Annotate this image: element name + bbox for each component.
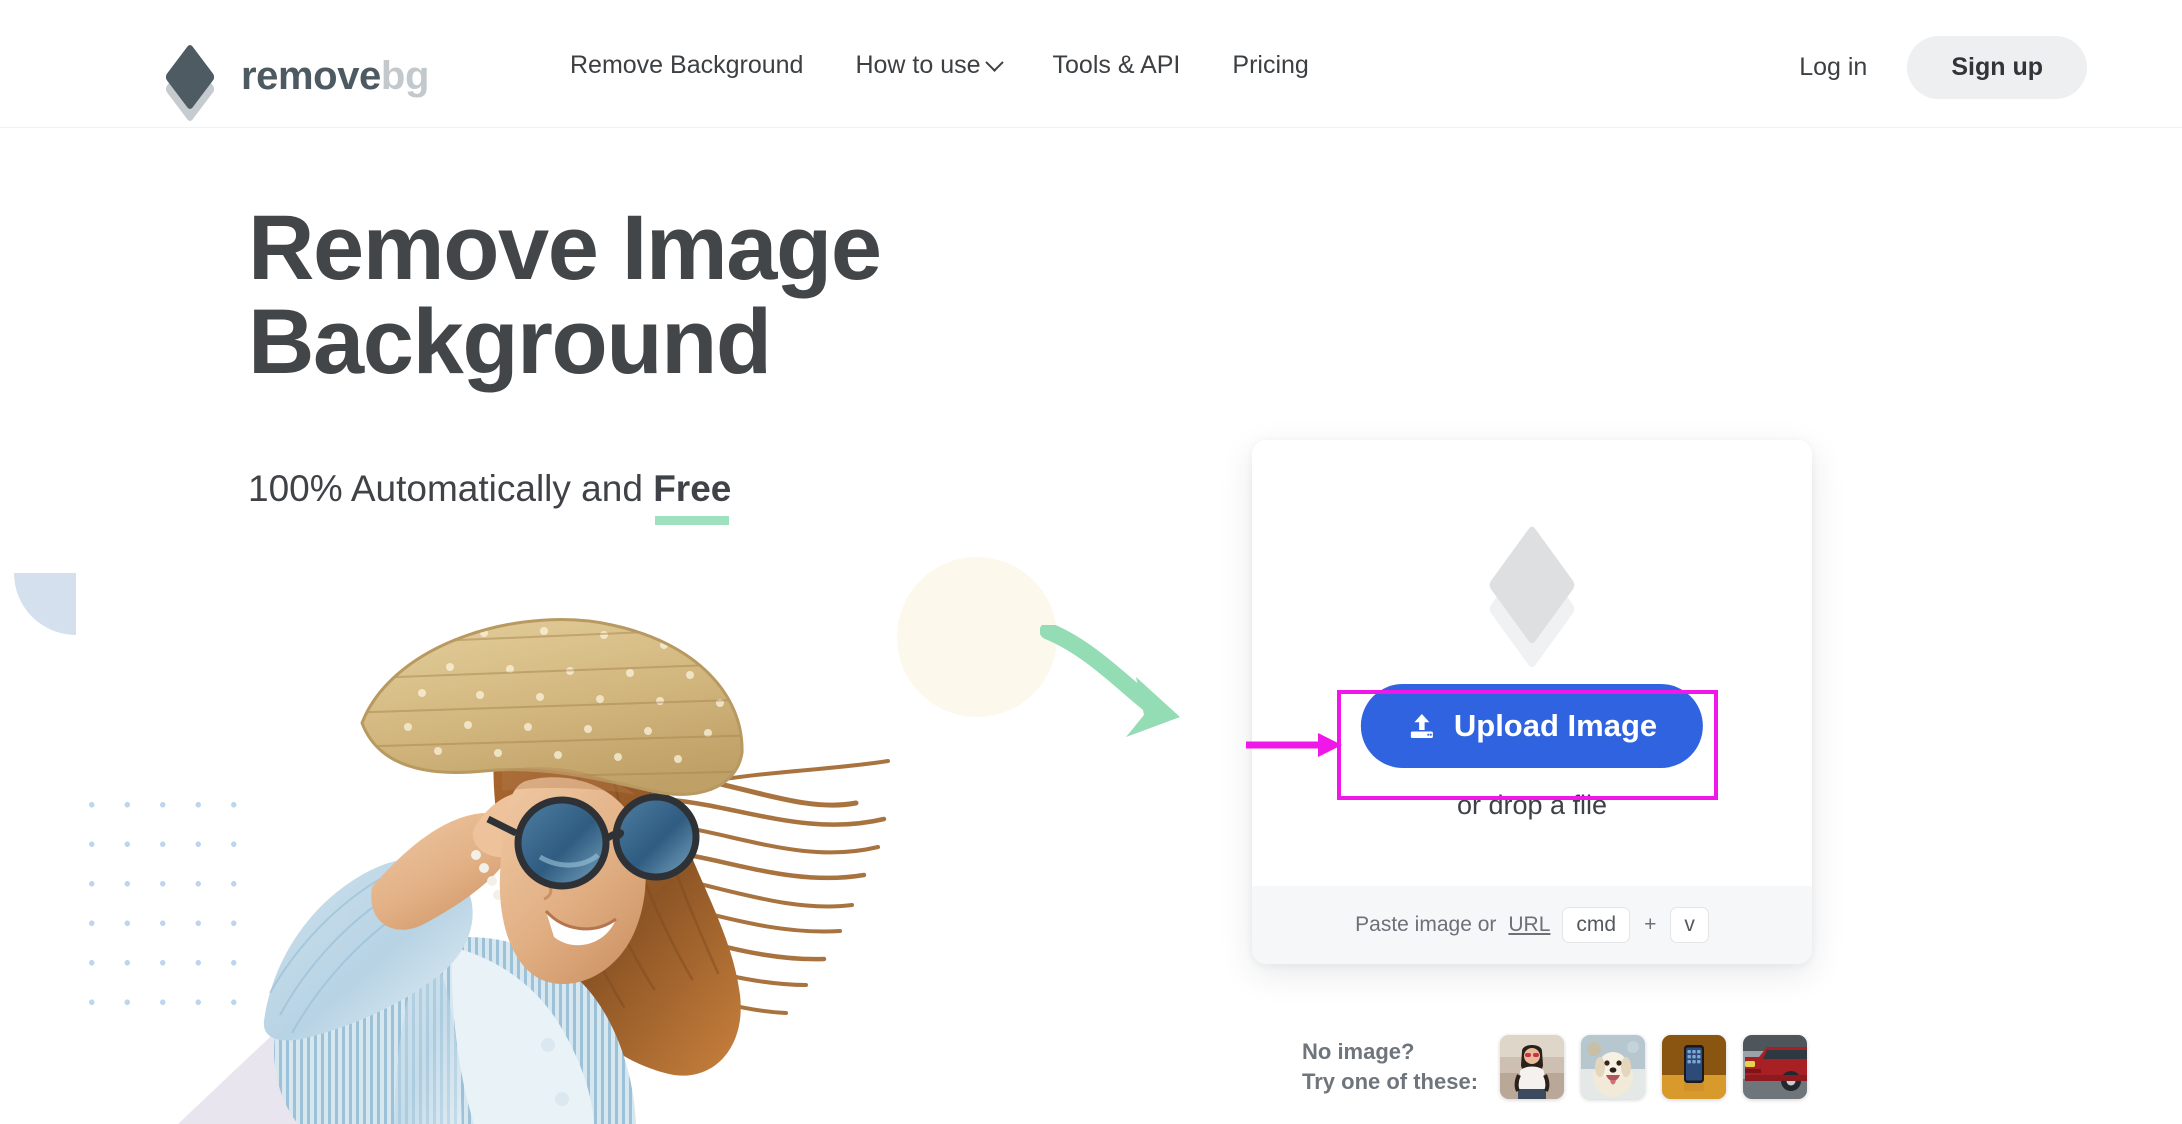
main-nav: Remove Background How to use Tools & API… [544, 50, 1335, 80]
drop-file-hint: or drop a file [1456, 790, 1608, 820]
kbd-v: v [1670, 907, 1709, 943]
nav-label: Remove Background [570, 51, 804, 79]
signup-button[interactable]: Sign up [1907, 36, 2087, 99]
sample-thumbnail-woman[interactable] [1500, 1035, 1565, 1099]
decor-quarter-circle [14, 573, 76, 635]
brand-secondary: bg [380, 54, 429, 98]
nav-label: Tools & API [1052, 51, 1181, 79]
subtitle-emphasis: Free [653, 467, 732, 526]
hero-image [244, 575, 904, 1124]
paste-hint-text: Paste image or [1355, 913, 1497, 936]
page-title: Remove Image Background [248, 201, 1068, 393]
upload-button-label: Upload Image [1453, 708, 1658, 743]
annotation-arrow [1246, 716, 1346, 774]
nav-item-remove-background[interactable]: Remove Background [544, 50, 829, 80]
subtitle-prefix: 100% Automatically and [248, 468, 654, 509]
brand-wordmark: removebg [241, 56, 429, 96]
sample-thumbnails [1500, 1035, 1808, 1099]
sample-thumbnail-car[interactable] [1743, 1035, 1808, 1099]
sample-thumbnail-dog[interactable] [1581, 1035, 1646, 1099]
subtitle-emphasis-text: Free [653, 468, 732, 509]
page-title-line-1: Remove Image [248, 197, 882, 299]
sample-thumbnail-phone[interactable] [1662, 1035, 1727, 1099]
upload-icon [1407, 711, 1437, 741]
chevron-down-icon [984, 52, 1004, 72]
sample-images-section: No image? Try one of these: [1302, 1035, 1808, 1099]
nav-label: How to use [855, 51, 981, 79]
underline-highlight [655, 516, 730, 526]
nav-item-how-to-use[interactable]: How to use [829, 50, 1026, 80]
sample-label-line-1: No image? [1302, 1039, 1415, 1065]
login-link[interactable]: Log in [1777, 53, 1889, 82]
decor-cream-circle [897, 557, 1057, 717]
decor-green-arrow [1039, 622, 1200, 745]
page-subtitle: 100% Automatically and Free [248, 467, 732, 526]
upload-card[interactable]: Upload Image or drop a file Paste image … [1252, 440, 1812, 964]
page-title-line-2: Background [248, 290, 772, 393]
brand-logo[interactable]: removebg [163, 43, 429, 123]
site-header: removebg Remove Background How to use To… [0, 0, 2182, 128]
paste-url-link[interactable]: URL [1508, 913, 1550, 937]
brand-primary: remove [241, 54, 381, 98]
page-root: removebg Remove Background How to use To… [0, 0, 2182, 1124]
layers-icon [1467, 524, 1597, 670]
nav-item-tools-api[interactable]: Tools & API [1027, 50, 1207, 80]
paste-hint-bar: Paste image or URL cmd + v [1252, 886, 1812, 964]
kbd-cmd: cmd [1562, 907, 1631, 943]
upload-dropzone[interactable]: Upload Image or drop a file [1252, 440, 1812, 886]
auth-actions: Log in Sign up [1777, 36, 2087, 99]
kbd-plus: + [1644, 913, 1657, 936]
sample-label-line-2: Try one of these: [1302, 1069, 1479, 1094]
nav-item-pricing[interactable]: Pricing [1206, 50, 1334, 80]
upload-image-button[interactable]: Upload Image [1360, 684, 1704, 768]
sample-images-label: No image? Try one of these: [1302, 1037, 1478, 1096]
nav-label: Pricing [1232, 51, 1309, 79]
decor-dot-grid [72, 783, 262, 1028]
layers-icon [163, 43, 225, 123]
